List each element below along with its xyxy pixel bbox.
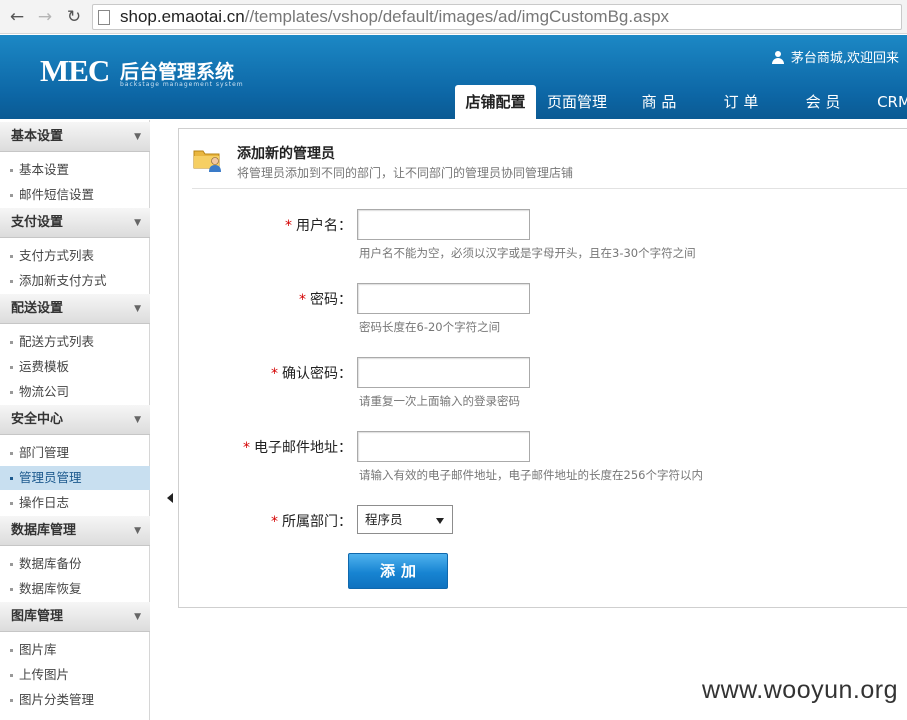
username-hint: 用户名不能为空，必须以汉字或是字母开头，且在3-30个字符之间 [359, 246, 696, 260]
sidebar-group-security[interactable]: 安全中心 ▼ [0, 405, 150, 435]
sidebar-group-title: 图库管理 [11, 609, 64, 624]
sidebar: 基本设置 ▼ 基本设置 邮件短信设置 支付设置 ▼ 支付方式列表 添加新支付方式 配… [0, 120, 150, 720]
chevron-down-icon: ▼ [134, 218, 141, 228]
email-label-text: 电子邮件地址： [254, 440, 352, 456]
tab-page-management[interactable]: 页面管理 [536, 85, 618, 119]
url-text: shop.emaotai.cn//templates/vshop/default… [120, 7, 669, 27]
confirm-password-label-text: 确认密码： [282, 366, 352, 382]
tab-orders[interactable]: 订 单 [700, 85, 782, 119]
sidebar-item-image-categories[interactable]: 图片分类管理 [0, 688, 150, 712]
collapse-sidebar-icon[interactable] [167, 493, 173, 503]
app-header: MEC 后台管理系统 backstage management system 茅… [0, 35, 907, 119]
chevron-down-icon: ▼ [134, 132, 141, 142]
sidebar-item-upload-image[interactable]: 上传图片 [0, 663, 150, 687]
sidebar-group-payment[interactable]: 支付设置 ▼ [0, 208, 150, 238]
sidebar-item-operation-log[interactable]: 操作日志 [0, 491, 150, 515]
department-label: * 所属部门： [271, 511, 352, 531]
confirm-password-input[interactable] [357, 357, 530, 388]
sidebar-item-shipping-list[interactable]: 配送方式列表 [0, 330, 150, 354]
department-select[interactable]: 程序员 [357, 505, 453, 534]
sidebar-item-email-sms[interactable]: 邮件短信设置 [0, 183, 150, 207]
tab-products[interactable]: 商 品 [618, 85, 700, 119]
sidebar-group-title: 配送设置 [11, 301, 64, 316]
tab-crm[interactable]: CRM [864, 85, 907, 119]
required-mark: * [271, 514, 278, 530]
logo-mark: MEC [40, 53, 110, 88]
user-icon [771, 51, 784, 64]
welcome-text: 茅台商城,欢迎回来 [790, 51, 899, 66]
tab-store-config[interactable]: 店铺配置 [455, 85, 536, 119]
password-label-text: 密码： [310, 292, 352, 308]
logo-title: 后台管理系统 [120, 61, 235, 83]
sidebar-group-gallery[interactable]: 图库管理 ▼ [0, 602, 150, 632]
sidebar-item-db-backup[interactable]: 数据库备份 [0, 552, 150, 576]
password-input[interactable] [357, 283, 530, 314]
tab-members[interactable]: 会 员 [782, 85, 864, 119]
chevron-down-icon: ▼ [134, 415, 141, 425]
add-button[interactable]: 添加 [348, 553, 448, 589]
username-label: * 用户名： [285, 215, 352, 235]
sidebar-item-logistics[interactable]: 物流公司 [0, 380, 150, 404]
email-hint: 请输入有效的电子邮件地址，电子邮件地址的长度在256个字符以内 [359, 468, 703, 482]
sidebar-group-title: 基本设置 [11, 129, 64, 144]
sidebar-item-payment-list[interactable]: 支付方式列表 [0, 244, 150, 268]
dropdown-caret-icon [436, 518, 444, 524]
sidebar-item-db-restore[interactable]: 数据库恢复 [0, 577, 150, 601]
chevron-down-icon: ▼ [134, 304, 141, 314]
watermark: www.wooyun.org [702, 676, 898, 704]
address-bar[interactable]: shop.emaotai.cn//templates/vshop/default… [92, 4, 902, 30]
logo-subtitle: backstage management system [120, 81, 244, 88]
required-mark: * [271, 366, 278, 382]
page-icon [98, 10, 110, 25]
department-label-text: 所属部门： [282, 514, 352, 530]
required-mark: * [299, 292, 306, 308]
username-input[interactable] [357, 209, 530, 240]
confirm-password-hint: 请重复一次上面输入的登录密码 [359, 394, 520, 408]
forward-arrow-icon[interactable]: → [34, 6, 56, 28]
department-selected-value: 程序员 [365, 512, 403, 527]
sidebar-group-title: 数据库管理 [11, 523, 77, 538]
sidebar-item-departments[interactable]: 部门管理 [0, 441, 150, 465]
back-arrow-icon[interactable]: ← [6, 6, 28, 28]
required-mark: * [243, 440, 250, 456]
page-description: 将管理员添加到不同的部门，让不同部门的管理员协同管理店铺 [237, 166, 574, 180]
sidebar-item-add-payment[interactable]: 添加新支付方式 [0, 269, 150, 293]
chevron-down-icon: ▼ [134, 526, 141, 536]
add-admin-panel: 添加新的管理员 将管理员添加到不同的部门，让不同部门的管理员协同管理店铺 * 用户… [178, 128, 907, 608]
chevron-down-icon: ▼ [134, 612, 141, 622]
url-path: //templates/vshop/default/images/ad/imgC… [244, 7, 670, 26]
password-hint: 密码长度在6-20个字符之间 [359, 320, 501, 334]
sidebar-group-title: 支付设置 [11, 215, 64, 230]
reload-icon[interactable]: ↻ [63, 6, 85, 28]
divider [192, 188, 907, 189]
sidebar-item-basic-settings[interactable]: 基本设置 [0, 158, 150, 182]
username-label-text: 用户名： [296, 218, 352, 234]
sidebar-item-admins[interactable]: 管理员管理 [0, 466, 150, 490]
sidebar-group-shipping[interactable]: 配送设置 ▼ [0, 294, 150, 324]
password-label: * 密码： [299, 289, 352, 309]
sidebar-group-title: 安全中心 [11, 412, 64, 427]
url-host: shop.emaotai.cn [120, 7, 245, 26]
email-label: * 电子邮件地址： [243, 437, 352, 457]
email-input[interactable] [357, 431, 530, 462]
sidebar-group-database[interactable]: 数据库管理 ▼ [0, 516, 150, 546]
required-mark: * [285, 218, 292, 234]
folder-user-icon [193, 150, 221, 172]
welcome-message: 茅台商城,欢迎回来 [771, 47, 899, 66]
confirm-password-label: * 确认密码： [271, 363, 352, 383]
browser-toolbar: ← → ↻ shop.emaotai.cn//templates/vshop/d… [0, 0, 907, 34]
sidebar-group-basic[interactable]: 基本设置 ▼ [0, 122, 150, 152]
sidebar-item-image-library[interactable]: 图片库 [0, 638, 150, 662]
page-title: 添加新的管理员 [237, 146, 335, 162]
sidebar-item-freight-template[interactable]: 运费模板 [0, 355, 150, 379]
